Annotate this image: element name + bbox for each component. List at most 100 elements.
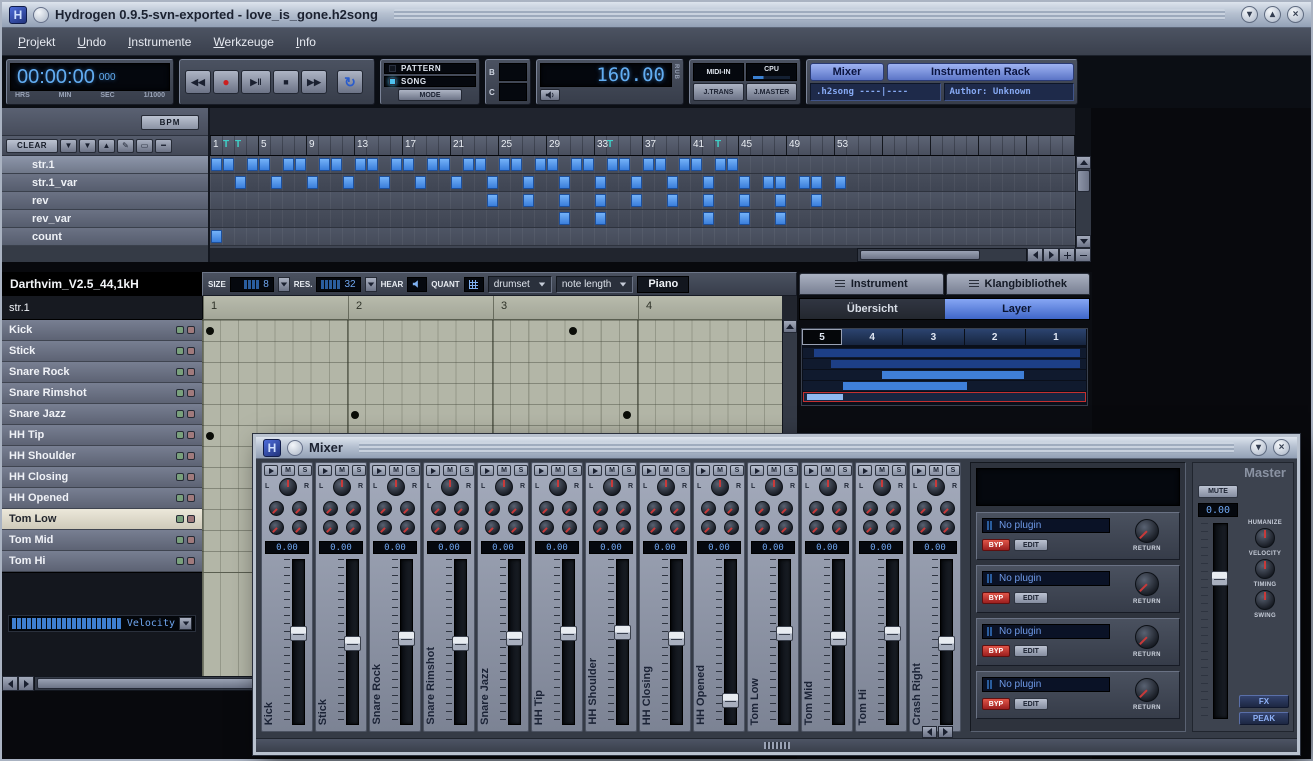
fx-send-knob[interactable]: [940, 520, 955, 535]
fx-send-knob[interactable]: [670, 520, 685, 535]
pattern-cell[interactable]: [583, 158, 594, 171]
pattern-cell[interactable]: [523, 176, 534, 189]
menu-undo[interactable]: Undo: [67, 31, 116, 53]
menu-projekt[interactable]: Projekt: [8, 31, 65, 53]
pattern-cell[interactable]: [811, 176, 822, 189]
fx-bypass-button[interactable]: BYP: [982, 539, 1010, 551]
fx-plugin-lcd[interactable]: No plugin: [982, 571, 1110, 586]
record-button[interactable]: ●: [213, 70, 239, 94]
layer-row[interactable]: [803, 348, 1086, 358]
fx-send-knob[interactable]: [917, 520, 932, 535]
strip-mute-button[interactable]: M: [605, 465, 619, 476]
pattern-cell[interactable]: [571, 158, 582, 171]
strip-play-button[interactable]: [588, 465, 602, 476]
fader-handle[interactable]: [722, 693, 739, 708]
layer-row[interactable]: [803, 370, 1086, 380]
pattern-cell[interactable]: [343, 176, 354, 189]
fader-handle[interactable]: [398, 631, 415, 646]
instrument-solo-led[interactable]: [187, 347, 195, 355]
zoom-out-button[interactable]: [1075, 248, 1091, 262]
instrument-mute-led[interactable]: [176, 494, 184, 502]
strip-mute-button[interactable]: M: [929, 465, 943, 476]
shade-button[interactable]: ▾: [1241, 6, 1258, 23]
pattern-cell[interactable]: [619, 158, 630, 171]
note-dot[interactable]: [569, 327, 577, 335]
strip-fader[interactable]: [832, 559, 845, 725]
fx-send-knob[interactable]: [269, 520, 284, 535]
tab-layer[interactable]: Layer: [945, 299, 1090, 319]
pattern-cell[interactable]: [511, 158, 522, 171]
fx-plugin-lcd[interactable]: No plugin: [982, 624, 1110, 639]
song-grid-row[interactable]: [210, 210, 1075, 228]
zoom-in-button[interactable]: [1059, 248, 1075, 262]
menu-info[interactable]: Info: [286, 31, 326, 53]
timeline-bpm-button[interactable]: BPM: [141, 115, 199, 130]
instrument-solo-led[interactable]: [187, 326, 195, 334]
tempo-marker[interactable]: T: [223, 139, 229, 150]
fx-send-knob[interactable]: [701, 501, 716, 516]
instrument-row-hh-tip[interactable]: HH Tip: [2, 425, 202, 446]
pattern-cell[interactable]: [235, 176, 246, 189]
fx-send-knob[interactable]: [755, 501, 770, 516]
pattern-cell[interactable]: [295, 158, 306, 171]
strip-fader[interactable]: [508, 559, 521, 725]
master-knob-swing[interactable]: [1255, 590, 1275, 610]
layer-row[interactable]: [803, 392, 1086, 402]
fx-send-knob[interactable]: [485, 520, 500, 535]
pattern-cell[interactable]: [727, 158, 738, 171]
strip-mute-button[interactable]: M: [821, 465, 835, 476]
strip-play-button[interactable]: [912, 465, 926, 476]
fx-bypass-button[interactable]: BYP: [982, 645, 1010, 657]
strip-play-button[interactable]: [534, 465, 548, 476]
song-grid-row[interactable]: [210, 174, 1075, 192]
pattern-cell[interactable]: [595, 212, 606, 225]
instrument-rack-toggle-button[interactable]: Instrumenten Rack: [887, 63, 1074, 81]
pattern-cell[interactable]: [487, 194, 498, 207]
scroll-right-button[interactable]: [18, 676, 34, 691]
tab-instrument[interactable]: Instrument: [799, 273, 944, 295]
pattern-cell[interactable]: [775, 194, 786, 207]
fx-edit-button[interactable]: EDIT: [1014, 698, 1048, 710]
master-fader[interactable]: [1213, 523, 1228, 719]
fx-send-knob[interactable]: [292, 520, 307, 535]
fx-send-knob[interactable]: [724, 501, 739, 516]
menu-instrumente[interactable]: Instrumente: [118, 31, 201, 53]
fx-send-knob[interactable]: [724, 520, 739, 535]
pattern-cell[interactable]: [319, 158, 330, 171]
window-menu-button[interactable]: [287, 440, 303, 456]
layer-header-4[interactable]: 4: [842, 329, 903, 345]
strip-play-button[interactable]: [642, 465, 656, 476]
instrument-row-kick[interactable]: Kick: [2, 320, 202, 341]
pattern-cell[interactable]: [355, 158, 366, 171]
move-pattern-down-button[interactable]: ▼: [79, 139, 96, 153]
fx-send-knob[interactable]: [454, 501, 469, 516]
fx-send-knob[interactable]: [940, 501, 955, 516]
fx-return-knob[interactable]: [1135, 519, 1159, 543]
instrument-row-snare-jazz[interactable]: Snare Jazz: [2, 404, 202, 425]
move-pattern-up-button[interactable]: ▲: [98, 139, 115, 153]
fx-send-knob[interactable]: [400, 520, 415, 535]
instrument-solo-led[interactable]: [187, 473, 195, 481]
piano-button[interactable]: Piano: [637, 276, 689, 293]
tab-soundlibrary[interactable]: Klangbibliothek: [946, 273, 1091, 295]
fx-send-knob[interactable]: [508, 520, 523, 535]
fader-handle[interactable]: [776, 626, 793, 641]
timeline-tag-strip[interactable]: [210, 108, 1075, 136]
pattern-cell[interactable]: [559, 176, 570, 189]
fx-send-knob[interactable]: [832, 520, 847, 535]
pan-knob[interactable]: [819, 478, 837, 496]
size-display[interactable]: 8: [230, 277, 274, 292]
instrument-mute-led[interactable]: [176, 410, 184, 418]
fx-send-knob[interactable]: [616, 501, 631, 516]
pattern-cell[interactable]: [547, 158, 558, 171]
tempo-marker[interactable]: T: [607, 139, 613, 150]
instrument-mute-led[interactable]: [176, 431, 184, 439]
scroll-thumb[interactable]: [860, 250, 980, 260]
pattern-cell[interactable]: [523, 194, 534, 207]
pan-knob[interactable]: [873, 478, 891, 496]
scroll-left-button[interactable]: [1027, 248, 1043, 262]
strip-solo-button[interactable]: S: [514, 465, 528, 476]
tab-overview[interactable]: Übersicht: [800, 299, 945, 319]
fader-handle[interactable]: [290, 626, 307, 641]
strip-solo-button[interactable]: S: [892, 465, 906, 476]
